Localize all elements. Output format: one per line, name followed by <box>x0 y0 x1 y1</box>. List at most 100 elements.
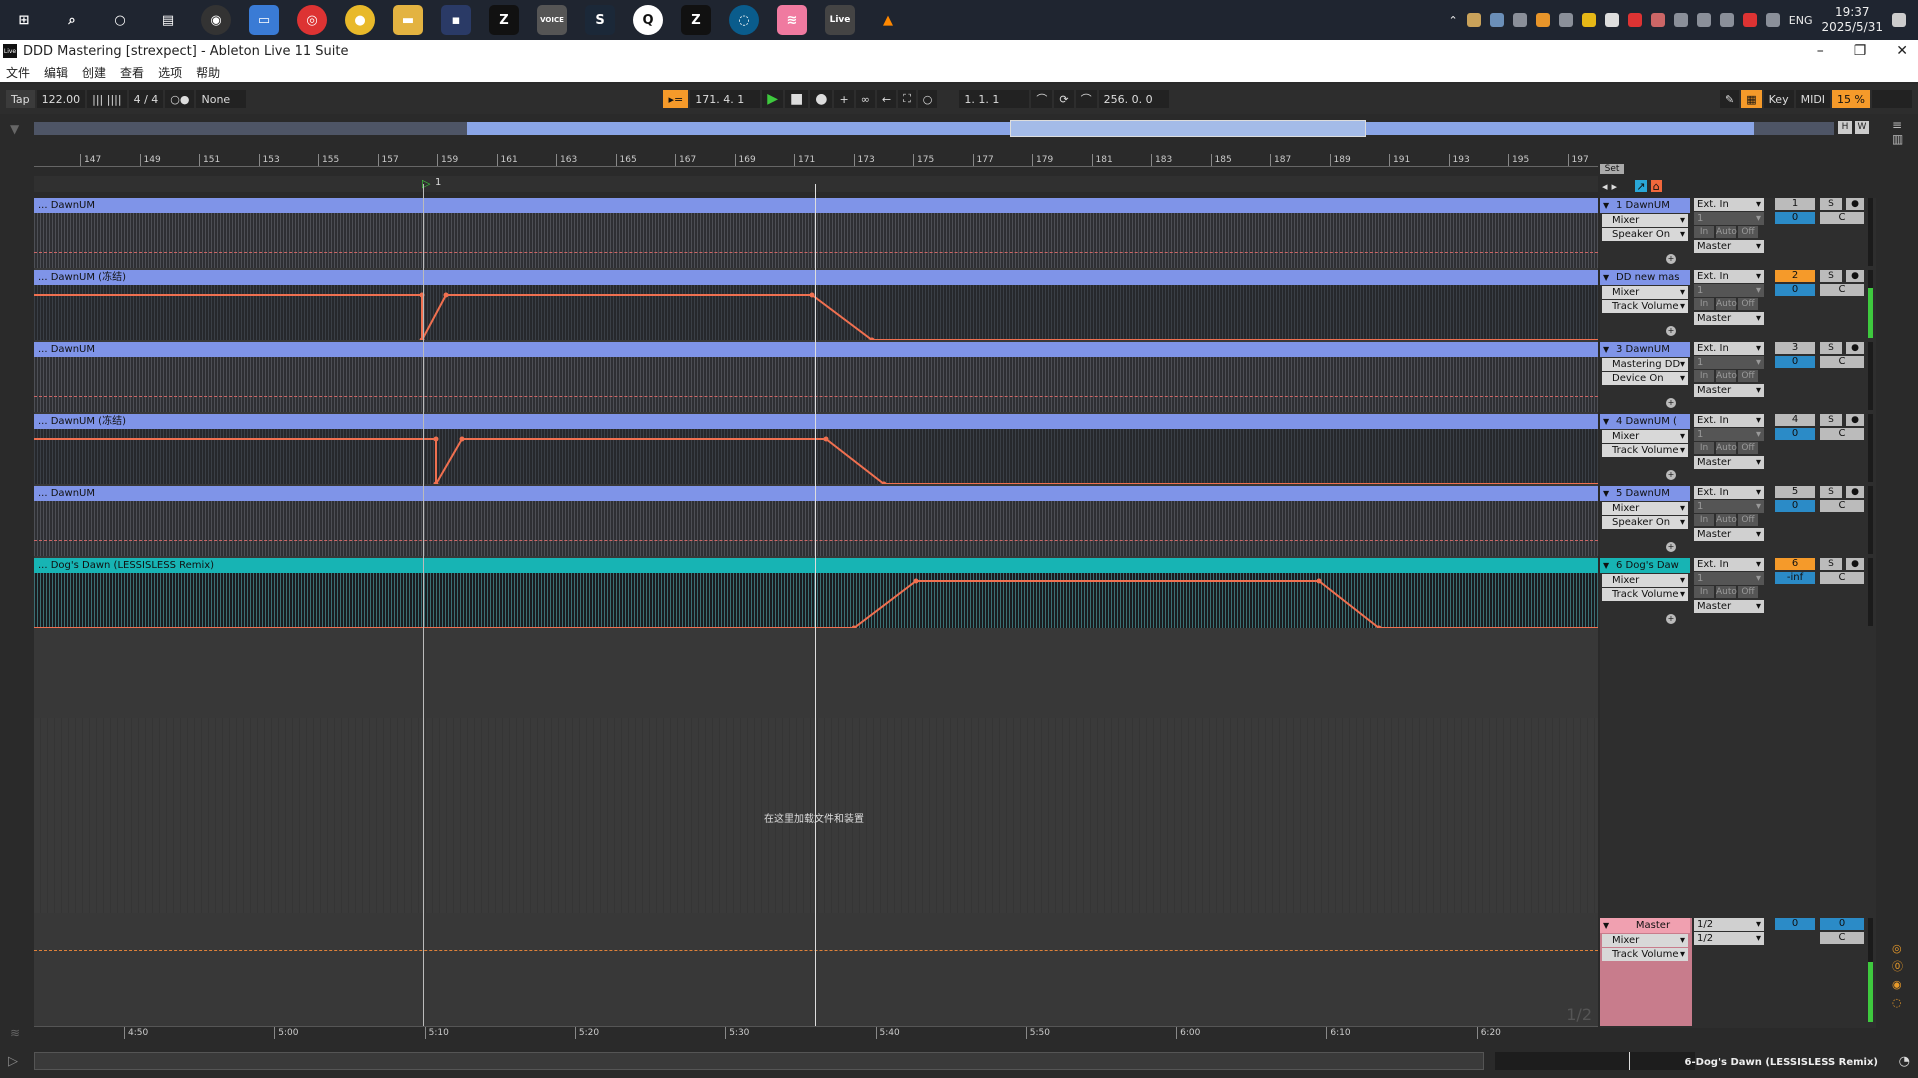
clip-name[interactable]: ... DawnUM (冻结) <box>34 270 1598 285</box>
master-name[interactable]: Master <box>1600 918 1690 933</box>
clip-device-toggle[interactable]: ◎ ⓪ ◉ ◌ <box>1892 940 1910 1012</box>
qq-icon[interactable]: Q <box>633 5 663 35</box>
input-channel-select[interactable]: 1 <box>1694 572 1764 585</box>
add-lane-icon[interactable]: + <box>1666 398 1676 408</box>
audio-from-select[interactable]: Ext. In <box>1694 486 1764 499</box>
menu-view[interactable]: 查看 <box>120 64 144 81</box>
monitor-in-button[interactable]: In <box>1694 370 1714 382</box>
tray-icon[interactable] <box>1535 13 1550 27</box>
monitor-auto-button[interactable]: Auto <box>1716 298 1737 310</box>
automation-control-chooser[interactable]: Track Volume <box>1602 948 1688 961</box>
clip-name[interactable]: ... DawnUM <box>34 198 1598 213</box>
track-header[interactable]: 4 DawnUM (MixerTrack Volume Ext. In1InAut… <box>1600 414 1876 484</box>
quantize-select[interactable]: None <box>196 90 247 108</box>
loop-length-field[interactable]: 256. 0. 0 <box>1098 90 1169 108</box>
tray-icon[interactable] <box>1558 13 1573 27</box>
tray-icon[interactable] <box>1650 13 1665 27</box>
input-channel-select[interactable]: 1 <box>1694 500 1764 513</box>
set-locator-button[interactable]: Set <box>1600 164 1624 174</box>
monitor-auto-button[interactable]: Auto <box>1716 586 1737 598</box>
track-header[interactable]: 6 Dog's DawMixerTrack Volume Ext. In1InAu… <box>1600 558 1876 628</box>
audio-to-select[interactable]: Master <box>1694 240 1764 253</box>
sidebar-toggle-icon[interactable]: ≡ ▥ <box>1892 118 1910 158</box>
monitor-in-button[interactable]: In <box>1694 298 1714 310</box>
next-locator-icon[interactable]: ▸ <box>1612 180 1618 193</box>
track-name[interactable]: 5 DawnUM <box>1600 486 1690 501</box>
track-name[interactable]: 4 DawnUM ( <box>1600 414 1690 429</box>
z-app-icon[interactable]: Z <box>489 5 519 35</box>
nudge-icon[interactable]: ||| |||| <box>87 90 127 108</box>
track-activator-button[interactable]: 2 <box>1775 270 1815 282</box>
clip-name[interactable]: ... DawnUM <box>34 486 1598 501</box>
punch-in-icon[interactable]: ⌒ <box>1031 90 1053 108</box>
menu-edit[interactable]: 编辑 <box>44 64 68 81</box>
app-icon[interactable]: ▭ <box>249 5 279 35</box>
monitor-off-button[interactable]: Off <box>1738 226 1758 238</box>
automation-control-chooser[interactable]: Speaker On <box>1602 516 1688 529</box>
add-lane-icon[interactable]: + <box>1666 326 1676 336</box>
track-volume-field[interactable]: 0 <box>1775 356 1815 368</box>
audio-to-select[interactable]: Master <box>1694 384 1764 397</box>
overview-view-box[interactable] <box>1010 120 1366 137</box>
track-lane[interactable]: ... DawnUM (冻结) <box>34 270 1598 340</box>
track-volume-field[interactable]: -inf <box>1775 572 1815 584</box>
z-app-icon[interactable]: Z <box>681 5 711 35</box>
solo-button[interactable]: S <box>1820 486 1842 498</box>
capture-icon[interactable]: ⛶ <box>898 90 916 108</box>
notification-icon[interactable] <box>1892 13 1906 27</box>
solo-button[interactable]: S <box>1820 198 1842 210</box>
follow-icon[interactable]: ▸= <box>663 90 689 108</box>
automation-control-chooser[interactable]: Track Volume <box>1602 588 1688 601</box>
arm-button[interactable]: ● <box>1846 342 1864 354</box>
tray-icon[interactable] <box>1581 13 1596 27</box>
automation-envelope[interactable] <box>34 285 1598 340</box>
menu-help[interactable]: 帮助 <box>196 64 220 81</box>
track-lane[interactable]: ... DawnUM (冻结) <box>34 414 1598 484</box>
track-header[interactable]: 3 DawnUMMastering DDDevice On Ext. In1InA… <box>1600 342 1876 412</box>
automation-control-chooser[interactable]: Track Volume <box>1602 300 1688 313</box>
volume-icon[interactable] <box>1696 13 1711 27</box>
app-icon[interactable]: ▪ <box>441 5 471 35</box>
monitor-auto-button[interactable]: Auto <box>1716 370 1737 382</box>
voicemeeter-icon[interactable]: VOICE <box>537 5 567 35</box>
minimize-button[interactable]: – <box>1817 43 1824 59</box>
clip-name[interactable]: ... Dog's Dawn (LESSISLESS Remix) <box>34 558 1598 573</box>
arm-button[interactable]: ● <box>1846 486 1864 498</box>
track-volume-field[interactable]: 0 <box>1775 284 1815 296</box>
pan-field[interactable]: C <box>1820 212 1864 224</box>
automation-arm-icon[interactable]: ∞ <box>855 90 875 108</box>
loop-bar[interactable]: ▷ 1 <box>34 176 1598 192</box>
monitor-auto-button[interactable]: Auto <box>1716 226 1737 238</box>
optimize-height-button[interactable]: H <box>1838 121 1852 134</box>
automation-breakpoint[interactable] <box>913 578 919 584</box>
ableton-live-icon[interactable]: Live <box>825 5 855 35</box>
monitor-off-button[interactable]: Off <box>1738 298 1758 310</box>
monitor-auto-button[interactable]: Auto <box>1716 442 1737 454</box>
add-lane-icon[interactable]: + <box>1666 542 1676 552</box>
clip-name[interactable]: ... DawnUM <box>34 342 1598 357</box>
audio-from-select[interactable]: Ext. In <box>1694 558 1764 571</box>
arrangement-view[interactable]: ... DawnUM ... DawnUM (冻结) ... DawnUM ... D… <box>34 198 1598 1028</box>
automation-breakpoint[interactable] <box>809 292 815 298</box>
key-map-button[interactable]: Key <box>1763 90 1794 108</box>
tray-icon[interactable] <box>1627 13 1642 27</box>
cue-volume-field[interactable]: 0 <box>1820 918 1864 930</box>
device-chooser[interactable]: Mastering DD <box>1602 358 1688 371</box>
track-header[interactable]: 1 DawnUMMixerSpeaker OnExt. In1InAutoOff… <box>1600 198 1876 268</box>
pan-field[interactable]: C <box>1820 356 1864 368</box>
stop-button[interactable]: ■ <box>785 90 809 108</box>
audio-from-select[interactable]: Ext. In <box>1694 414 1764 427</box>
arrangement-overview[interactable] <box>34 120 1834 137</box>
device-chooser[interactable]: Mixer <box>1602 214 1688 227</box>
track-volume-field[interactable]: 0 <box>1775 212 1815 224</box>
microphone-icon[interactable] <box>1673 13 1688 27</box>
automation-control-chooser[interactable]: Device On <box>1602 372 1688 385</box>
track-header[interactable]: DD new masMixerTrack Volume Ext. In1InAut… <box>1600 270 1876 340</box>
monitor-off-button[interactable]: Off <box>1738 442 1758 454</box>
tap-tempo-button[interactable]: Tap <box>6 90 35 108</box>
track-volume-field[interactable]: 0 <box>1775 500 1815 512</box>
automation-control-chooser[interactable]: Track Volume <box>1602 444 1688 457</box>
back-to-arrangement-icon[interactable]: ← <box>876 90 897 108</box>
automation-mode-icon[interactable]: ⌂ <box>1650 180 1662 193</box>
device-chooser[interactable]: Mixer <box>1602 574 1688 587</box>
